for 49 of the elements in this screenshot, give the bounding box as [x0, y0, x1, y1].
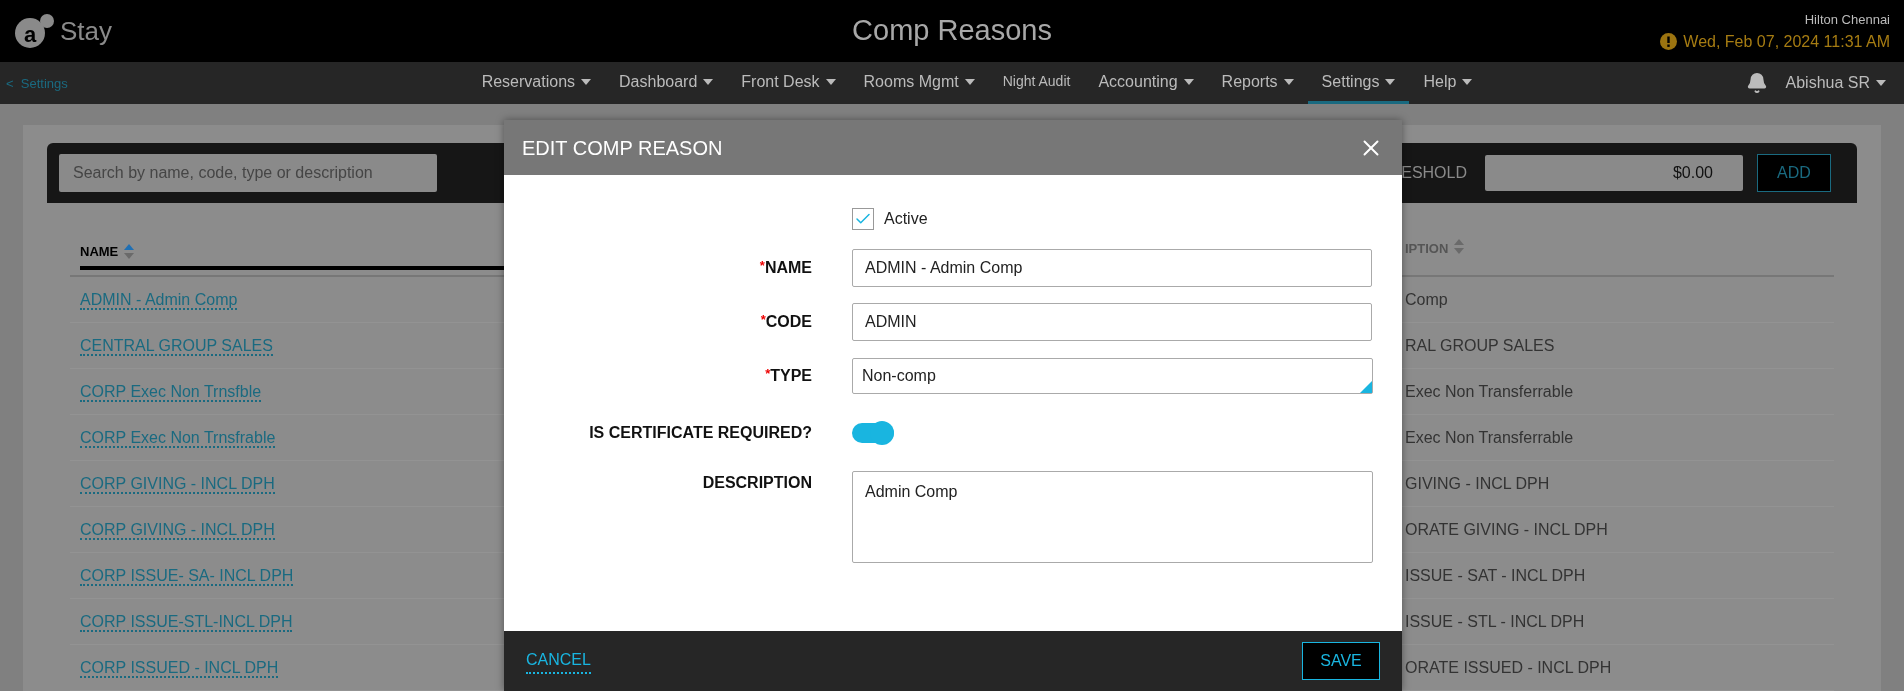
search-field[interactable]: Search by name, code, type or description — [59, 154, 437, 192]
logo-icon — [14, 13, 56, 49]
toggle-switch[interactable] — [852, 423, 894, 443]
page-title: Comp Reasons — [852, 13, 1052, 49]
description-cell-text: Exec Non Transferrable — [1405, 381, 1574, 402]
user-menu[interactable]: Abishua SR — [1785, 71, 1886, 95]
nav-item[interactable]: Reservations — [467, 62, 606, 104]
nav-item[interactable]: Reports — [1207, 62, 1308, 104]
description-cell-text: RAL GROUP SALES — [1405, 335, 1555, 356]
date-time: Wed, Feb 07, 2024 11:31 AM — [1683, 31, 1890, 52]
description-cell-text: ISSUE - SAT - INCL DPH — [1405, 565, 1586, 586]
save-button[interactable]: SAVE — [1302, 642, 1380, 680]
property-name: Hilton Chennai — [1804, 11, 1890, 30]
bell-icon[interactable] — [1745, 72, 1768, 94]
description-cell-text: ISSUE - STL - INCL DPH — [1405, 611, 1585, 632]
description-cell-text: Exec Non Transferrable — [1405, 427, 1574, 448]
field-label: *CODE — [759, 311, 812, 332]
nav-item[interactable]: Night Audit — [988, 62, 1085, 104]
nav-item[interactable]: Accounting — [1084, 62, 1208, 104]
text-field[interactable]: ADMIN — [852, 303, 1372, 341]
column-header[interactable]: NAME — [80, 242, 119, 262]
description-cell-text: GIVING - INCL DPH — [1405, 473, 1550, 494]
description-cell-text: ORATE ISSUED - INCL DPH — [1405, 657, 1612, 678]
logo-mark: a — [24, 21, 37, 49]
threshold-label: ESHOLD — [1401, 163, 1467, 183]
cancel-link[interactable]: CANCEL — [526, 648, 591, 674]
corner-icon — [1360, 381, 1372, 393]
logo-text: Stay — [60, 14, 113, 48]
field-label: *NAME — [758, 257, 812, 278]
description-field[interactable]: Admin Comp — [852, 471, 1373, 563]
description-cell-text: ORATE GIVING - INCL DPH — [1405, 519, 1608, 540]
threshold-field[interactable]: $0.00 — [1485, 155, 1743, 191]
dialog-title: EDIT COMP REASON — [522, 135, 723, 161]
text-field[interactable]: ADMIN - Admin Comp — [852, 249, 1372, 287]
nav-item[interactable]: Front Desk — [727, 62, 850, 104]
caret-icon — [1876, 80, 1886, 86]
field-label: IS CERTIFICATE REQUIRED? — [588, 423, 812, 443]
description-cell-text: Comp — [1405, 289, 1448, 310]
nav-item[interactable]: Dashboard — [605, 62, 728, 104]
field-label: DESCRIPTION — [701, 473, 812, 493]
sort-icon[interactable] — [1454, 239, 1465, 254]
nav-item[interactable]: Rooms Mgmt — [849, 62, 989, 104]
type-select[interactable]: Non-comp — [852, 358, 1373, 394]
checkbox-label: Active — [884, 209, 928, 229]
nav-item[interactable]: Settings — [1307, 62, 1410, 104]
active-checkbox[interactable] — [852, 208, 874, 230]
field-label: *TYPE — [764, 365, 812, 386]
sort-icon[interactable] — [124, 244, 135, 260]
nav-item[interactable]: Help — [1409, 62, 1487, 104]
